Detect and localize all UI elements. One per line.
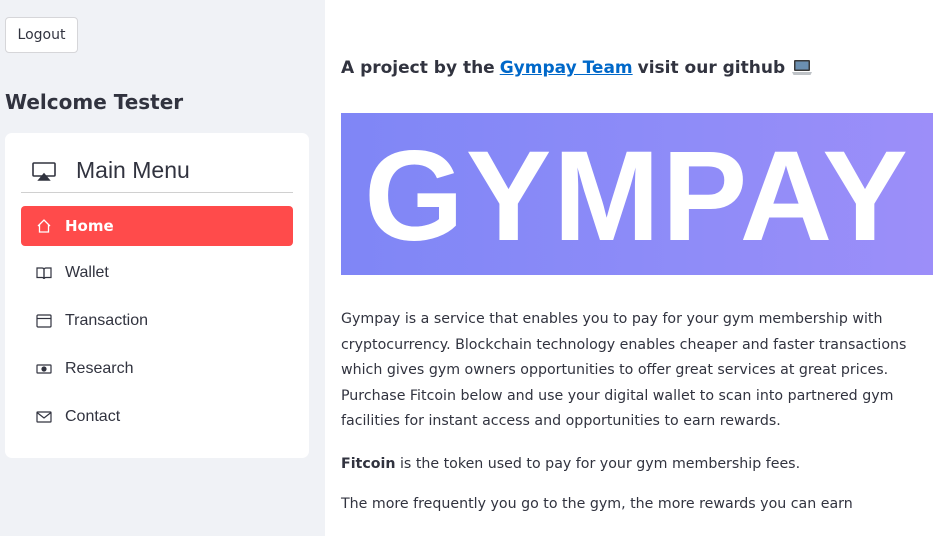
menu-header: Main Menu	[21, 149, 293, 193]
gympay-banner: GYMPAY	[341, 113, 933, 275]
logout-button[interactable]: Logout	[5, 17, 78, 53]
envelope-icon	[36, 409, 52, 425]
sidebar-item-contact[interactable]: Contact	[21, 397, 293, 437]
sidebar-item-label: Home	[65, 217, 114, 235]
cast-icon	[32, 159, 56, 183]
sidebar-item-label: Transaction	[65, 312, 148, 329]
fitcoin-term: Fitcoin	[341, 456, 396, 472]
description-paragraph: Gympay is a service that enables you to …	[341, 311, 907, 429]
fitcoin-paragraph: Fitcoin is the token used to pay for you…	[341, 452, 800, 477]
menu-title: Main Menu	[76, 157, 190, 183]
gympay-team-link[interactable]: Gympay Team	[500, 58, 633, 78]
sidebar-item-home[interactable]: Home	[21, 206, 293, 246]
project-credit: A project by the Gympay Team visit our g…	[341, 58, 813, 78]
sidebar-item-label: Research	[65, 360, 134, 377]
main-content: A project by the Gympay Team visit our g…	[325, 0, 942, 536]
sidebar-item-label: Wallet	[65, 264, 109, 281]
window-icon	[36, 313, 52, 329]
project-suffix: visit our github	[637, 58, 786, 78]
cash-icon	[36, 361, 52, 377]
project-prefix: A project by the	[341, 58, 495, 78]
main-menu: Main Menu Home Wallet Transaction Resear…	[5, 133, 309, 458]
sidebar-item-research[interactable]: Research	[21, 349, 293, 389]
house-icon	[36, 218, 52, 234]
sidebar-item-transaction[interactable]: Transaction	[21, 301, 293, 341]
book-icon	[36, 265, 52, 281]
banner-logo-text: GYMPAY	[364, 125, 910, 268]
rewards-paragraph: The more frequently you go to the gym, t…	[341, 496, 853, 512]
sidebar-item-wallet[interactable]: Wallet	[21, 253, 293, 293]
sidebar-item-label: Contact	[65, 408, 121, 425]
fitcoin-text: is the token used to pay for your gym me…	[399, 456, 801, 472]
laptop-icon	[791, 59, 813, 77]
welcome-heading: Welcome Tester	[5, 90, 184, 114]
sidebar: Logout Welcome Tester Main Menu Home Wal…	[0, 0, 325, 536]
